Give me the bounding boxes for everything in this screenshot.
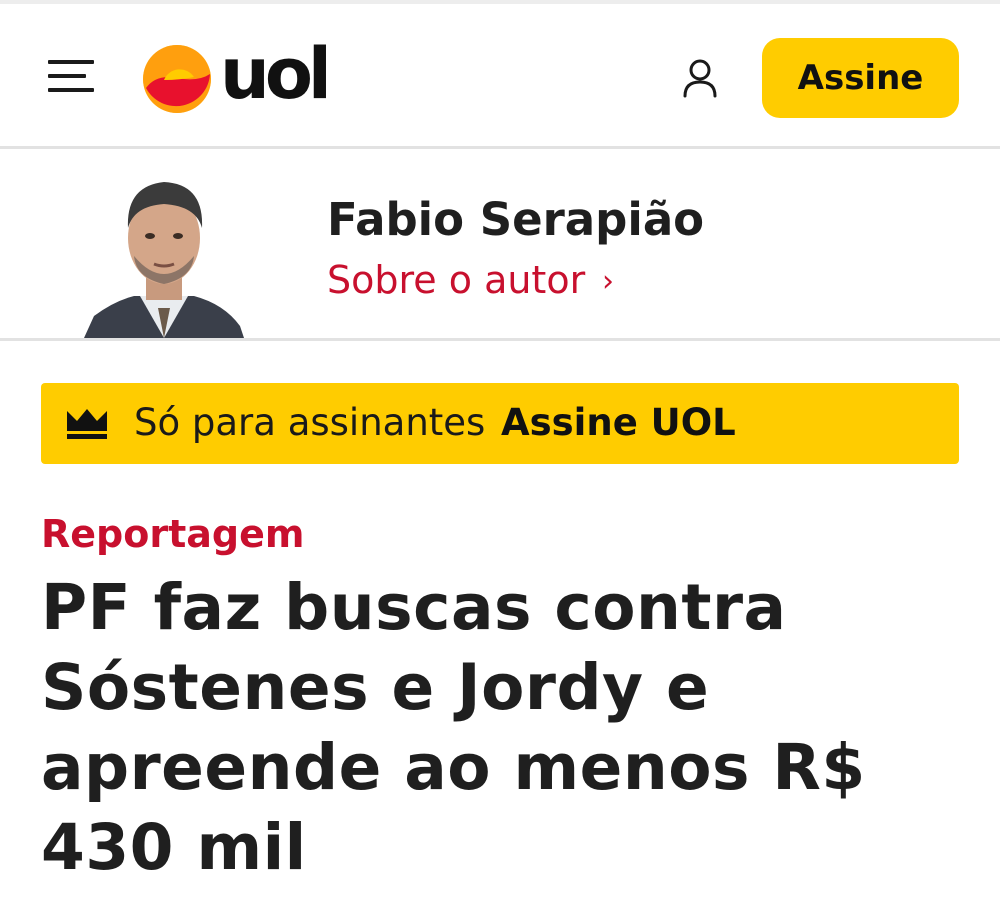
uol-sun-logo-icon xyxy=(143,45,211,113)
uol-wordmark: uol xyxy=(220,33,332,115)
site-header: uol Assine xyxy=(0,4,1000,146)
menu-button[interactable] xyxy=(44,54,96,98)
author-card: Fabio Serapião Sobre o autor › xyxy=(0,150,1000,338)
uol-logo[interactable]: uol xyxy=(142,36,342,118)
chevron-right-icon[interactable]: › xyxy=(602,264,614,299)
author-divider xyxy=(0,338,1000,341)
subscriber-only-text: Só para assinantes xyxy=(134,401,486,444)
author-name: Fabio Serapião xyxy=(327,193,705,246)
subscribe-button[interactable]: Assine xyxy=(762,38,959,118)
crown-icon xyxy=(67,409,107,439)
subscriber-only-banner: Só para assinantes Assine UOL xyxy=(41,383,959,464)
user-icon[interactable] xyxy=(680,58,720,100)
article-category[interactable]: Reportagem xyxy=(41,512,304,556)
subscribe-uol-link[interactable]: Assine UOL xyxy=(501,401,736,444)
header-divider xyxy=(0,146,1000,149)
author-photo xyxy=(84,166,244,338)
about-author-link[interactable]: Sobre o autor xyxy=(327,258,585,302)
article-headline: PF faz buscas contra Sóstenes e Jordy e … xyxy=(41,571,866,884)
